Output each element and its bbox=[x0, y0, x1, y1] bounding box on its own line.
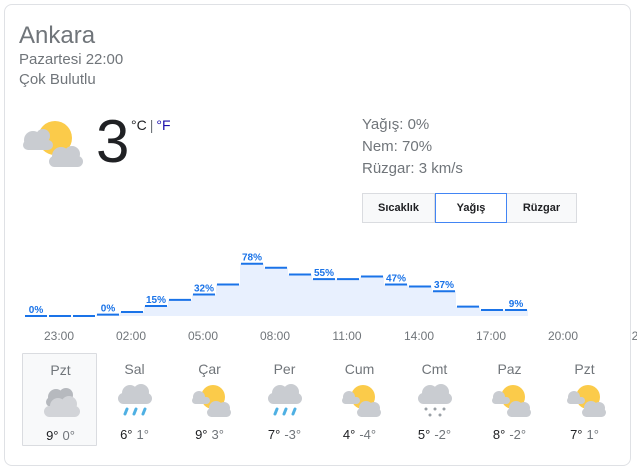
location-title: Ankara bbox=[19, 22, 96, 49]
precipitation-value-label: 37% bbox=[434, 280, 454, 291]
forecast-temps: 6° 1° bbox=[97, 427, 172, 442]
hour-tick-label: 11:00 bbox=[332, 329, 361, 343]
forecast-day-name: Çar bbox=[198, 361, 221, 377]
forecast-day-name: Pzt bbox=[50, 362, 71, 378]
forecast-day[interactable]: Pzt 7° 1° bbox=[547, 353, 622, 446]
cloudy-icon bbox=[40, 382, 82, 420]
precipitation-stat: Yağış: 0% bbox=[362, 116, 430, 133]
tab-wind[interactable]: Rüzgar bbox=[507, 193, 577, 223]
forecast-temps: 7° 1° bbox=[547, 427, 622, 442]
forecast-day[interactable]: Paz 8° -2° bbox=[472, 353, 547, 446]
forecast-low: -2° bbox=[509, 427, 527, 442]
forecast-day[interactable]: Cmt 5° -2° bbox=[397, 353, 472, 446]
forecast-low: -2° bbox=[434, 427, 452, 442]
forecast-day-name: Sal bbox=[124, 361, 145, 377]
forecast-low: 0° bbox=[62, 428, 75, 443]
forecast-temps: 4° -4° bbox=[322, 427, 397, 442]
partly-cloudy-icon bbox=[23, 121, 83, 167]
forecast-high: 8° bbox=[492, 427, 506, 442]
forecast-low: 1° bbox=[586, 427, 599, 442]
datetime-label: Pazartesi 22:00 bbox=[19, 51, 124, 68]
forecast-high: 9° bbox=[195, 427, 208, 442]
forecast-day[interactable]: Çar 9° 3° bbox=[172, 353, 247, 446]
condition-label: Çok Bulutlu bbox=[19, 71, 96, 88]
hour-tick-label: 17:00 bbox=[476, 329, 506, 343]
forecast-day-name: Pzt bbox=[574, 361, 595, 377]
precipitation-value-label: 78% bbox=[242, 253, 262, 264]
forecast-low: -3° bbox=[284, 427, 302, 442]
precipitation-value-label: 0% bbox=[29, 305, 44, 316]
tab-precipitation[interactable]: Yağış bbox=[435, 193, 507, 223]
hour-tick-label: 2 bbox=[632, 329, 637, 343]
hour-tick-label: 05:00 bbox=[188, 329, 218, 343]
humidity-stat: Nem: 70% bbox=[362, 138, 433, 155]
forecast-temps: 9° 3° bbox=[172, 427, 247, 442]
precipitation-value-label: 0% bbox=[101, 304, 116, 315]
rain-icon bbox=[264, 381, 306, 419]
precipitation-value-label: 47% bbox=[386, 274, 406, 285]
forecast-day[interactable]: Sal 6° 1° bbox=[97, 353, 172, 446]
chart-tabs: Sıcaklık Yağış Rüzgar bbox=[362, 193, 577, 223]
partly-cloudy-icon bbox=[339, 381, 381, 419]
forecast-temps: 5° -2° bbox=[397, 427, 472, 442]
current-temperature: 3 bbox=[96, 108, 130, 175]
forecast-high: 9° bbox=[46, 428, 59, 443]
hour-tick-label: 08:00 bbox=[260, 329, 290, 343]
forecast-low: 1° bbox=[136, 427, 149, 442]
forecast-high: 5° bbox=[417, 427, 431, 442]
rain-icon bbox=[114, 381, 156, 419]
partly-cloudy-icon bbox=[189, 381, 231, 419]
partly-cloudy-icon bbox=[489, 381, 531, 419]
fahrenheit-unit[interactable]: °F bbox=[156, 117, 170, 133]
tab-temperature[interactable]: Sıcaklık bbox=[362, 193, 435, 223]
forecast-day-name: Cum bbox=[344, 361, 375, 377]
precipitation-value-label: 9% bbox=[509, 299, 524, 310]
forecast-day[interactable]: Cum 4° -4° bbox=[322, 353, 397, 446]
hour-tick-label: 23:00 bbox=[44, 329, 74, 343]
forecast-low: 3° bbox=[211, 427, 224, 442]
forecast-temps: 8° -2° bbox=[472, 427, 547, 442]
precipitation-value-label: 32% bbox=[194, 284, 214, 295]
celsius-unit[interactable]: °C bbox=[131, 117, 147, 133]
snow-icon bbox=[414, 381, 456, 419]
forecast-low: -4° bbox=[359, 427, 377, 442]
wind-stat: Rüzgar: 3 km/s bbox=[362, 160, 463, 177]
precipitation-value-label: 55% bbox=[314, 268, 334, 279]
forecast-day[interactable]: Pzt 9° 0° bbox=[22, 353, 97, 446]
forecast-day-name: Per bbox=[273, 361, 296, 377]
forecast-temps: 7° -3° bbox=[247, 427, 322, 442]
forecast-day-name: Cmt bbox=[421, 361, 448, 377]
partly-cloudy-icon bbox=[564, 381, 606, 419]
daily-forecast: Pzt 9° 0° Sal 6° 1° Çar 9° 3° Per 7° -3° Cum 4° -4° Cmt… bbox=[22, 353, 622, 446]
unit-switcher: °C | °F bbox=[131, 117, 171, 133]
hour-tick-label: 20:00 bbox=[548, 329, 578, 343]
forecast-high: 7° bbox=[570, 427, 583, 442]
unit-separator: | bbox=[149, 117, 154, 133]
forecast-high: 6° bbox=[120, 427, 133, 442]
forecast-high: 7° bbox=[267, 427, 281, 442]
forecast-high: 4° bbox=[342, 427, 356, 442]
precipitation-value-label: 15% bbox=[146, 295, 166, 306]
forecast-day[interactable]: Per 7° -3° bbox=[247, 353, 322, 446]
forecast-temps: 9° 0° bbox=[23, 428, 98, 443]
hour-tick-label: 02:00 bbox=[116, 329, 146, 343]
hour-tick-label: 14:00 bbox=[404, 329, 434, 343]
precipitation-chart: 0% 0% 15% 32% 78% 55% 47% 37% 9% 23:00 02:00 05:00 0… bbox=[24, 253, 637, 343]
forecast-day-name: Paz bbox=[497, 361, 522, 377]
